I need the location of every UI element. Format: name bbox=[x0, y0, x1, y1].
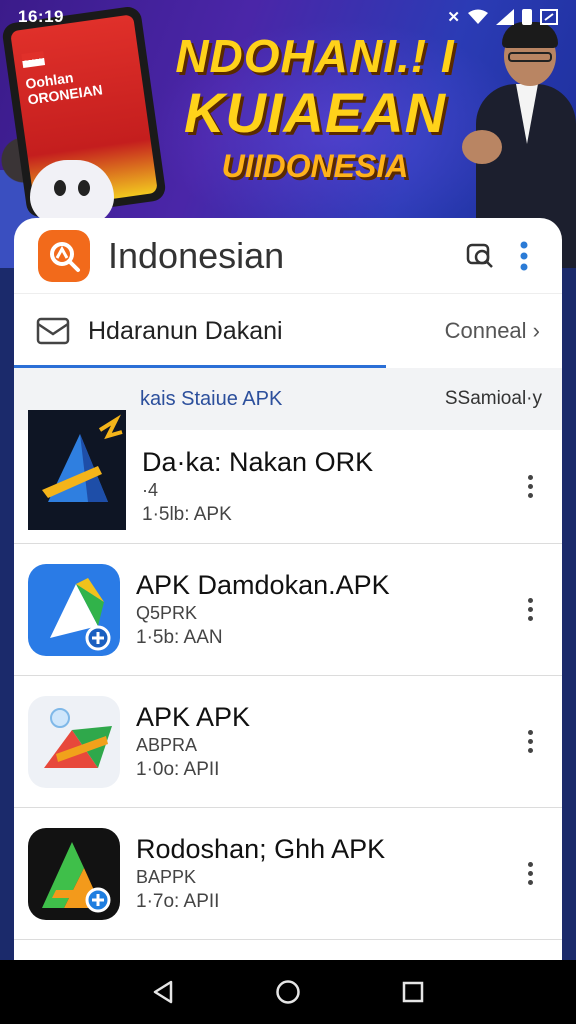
back-icon[interactable] bbox=[143, 972, 183, 1012]
app-meta: 1·0o: APII bbox=[136, 758, 220, 780]
app-header: Indonesian bbox=[14, 218, 562, 294]
signal-icon bbox=[496, 9, 514, 25]
list-item[interactable]: Da·ka: Nakan ORK ·4 1·5lb: APK bbox=[14, 409, 562, 544]
tab-downloads[interactable]: Hdaranun Dakani bbox=[36, 316, 283, 346]
list-item[interactable]: APK APK ABPRA 1·0o: APII bbox=[14, 676, 562, 808]
app-meta: 1·5lb: APK bbox=[142, 503, 232, 525]
app-sub: ·4 bbox=[142, 479, 159, 500]
flag-icon bbox=[21, 51, 46, 69]
banner-line-2: KUIAEAN bbox=[183, 81, 447, 144]
status-time: 16:19 bbox=[18, 7, 64, 26]
app-card: Indonesian Hdaranun Dakani Conneal › kai… bbox=[14, 218, 562, 978]
section-title: kais Staiue APK bbox=[140, 387, 283, 410]
status-icons: ✕ bbox=[447, 8, 558, 26]
app-logo-icon[interactable] bbox=[38, 229, 90, 282]
triangle-app-icon-light bbox=[28, 695, 120, 788]
row-more-icon[interactable] bbox=[512, 844, 548, 904]
list-item[interactable]: Rodoshan; Ghh APK BAPPK 1·7o: APII bbox=[14, 808, 562, 940]
system-nav-bar bbox=[0, 960, 576, 1024]
chevron-right-icon: › bbox=[532, 318, 540, 343]
app-sub: BAPPK bbox=[136, 866, 197, 887]
app-name: APK APK bbox=[136, 701, 251, 732]
list-item[interactable]: APK Damdokan.APK Q5PRK 1·5b: AAN bbox=[14, 544, 562, 676]
row-more-icon[interactable] bbox=[512, 457, 548, 517]
mute-icon: ✕ bbox=[447, 9, 460, 26]
app-sub: ABPRA bbox=[136, 734, 198, 755]
app-meta: 1·7o: APII bbox=[136, 890, 220, 912]
sort-button[interactable]: SSamioal·y bbox=[445, 388, 542, 410]
robot-mascot-icon bbox=[30, 160, 114, 224]
tab-active-label: Hdaranun Dakani bbox=[88, 316, 283, 345]
wifi-icon bbox=[468, 9, 488, 24]
banner-line-1: NDOHANI.! I bbox=[175, 30, 455, 82]
banner-line-3: UIIDONESIA bbox=[221, 148, 409, 184]
tab-bar: Hdaranun Dakani Conneal › bbox=[14, 294, 562, 368]
triangle-app-icon-black bbox=[28, 827, 120, 920]
app-sub: Q5PRK bbox=[136, 602, 198, 623]
battery-icon bbox=[522, 9, 532, 25]
triangle-app-icon-dark bbox=[28, 409, 126, 530]
app-name: APK Damdokan.APK bbox=[136, 569, 390, 600]
app-title: Indonesian bbox=[108, 234, 285, 276]
tab-link-label: Conneal bbox=[444, 318, 527, 343]
app-name: Da·ka: Nakan ORK bbox=[142, 446, 374, 477]
mail-icon bbox=[36, 317, 70, 345]
screenshot-icon bbox=[540, 9, 558, 25]
app-meta: 1·5b: AAN bbox=[136, 626, 223, 648]
banner-headline: NDOHANI.! I KUIAEAN UIIDONESIA bbox=[150, 30, 480, 188]
phone-screen-text: Oohlan ORONEIAN bbox=[24, 69, 104, 108]
app-name: Rodoshan; Ghh APK bbox=[136, 833, 386, 864]
home-icon[interactable] bbox=[268, 972, 308, 1012]
status-bar: 16:19 ✕ bbox=[0, 0, 576, 34]
tab-underline bbox=[14, 365, 386, 368]
search-refresh-icon[interactable] bbox=[458, 234, 502, 278]
row-more-icon[interactable] bbox=[512, 580, 548, 640]
tab-more-link[interactable]: Conneal › bbox=[445, 318, 540, 344]
triangle-app-icon-blue bbox=[28, 563, 120, 656]
row-more-icon[interactable] bbox=[512, 712, 548, 772]
more-vert-icon[interactable] bbox=[502, 234, 546, 278]
recents-icon[interactable] bbox=[393, 972, 433, 1012]
